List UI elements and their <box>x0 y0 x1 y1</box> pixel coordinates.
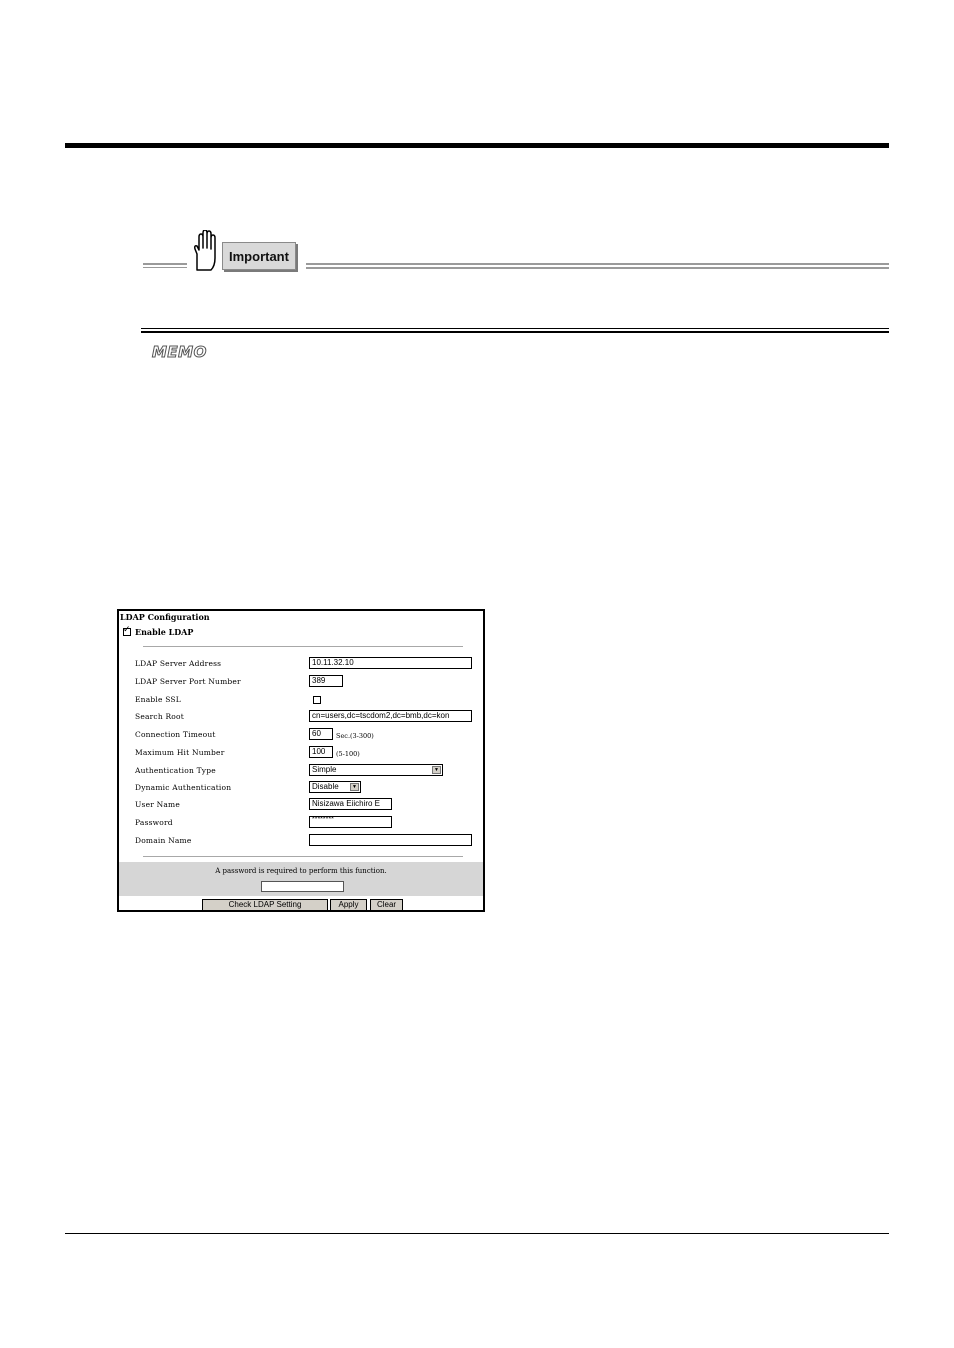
password-label: Password <box>135 818 173 827</box>
separator-bottom <box>143 856 463 857</box>
password-note: A password is required to perform this f… <box>215 867 387 875</box>
clear-button[interactable]: Clear <box>370 899 403 910</box>
auth-type-label: Authentication Type <box>135 766 216 775</box>
timeout-label: Connection Timeout <box>135 730 216 739</box>
dynamic-auth-label: Dynamic Authentication <box>135 783 232 792</box>
enable-ldap-checkbox[interactable] <box>123 625 131 636</box>
user-name-label: User Name <box>135 800 180 809</box>
password-input[interactable]: ******** <box>309 816 392 828</box>
port-label: LDAP Server Port Number <box>135 677 241 686</box>
dynamic-auth-select[interactable]: Disable ▼ <box>309 781 361 793</box>
important-badge: Important <box>222 242 296 270</box>
important-rule-right <box>306 263 889 269</box>
admin-password-input[interactable] <box>261 881 344 892</box>
port-input[interactable]: 389 <box>309 675 343 687</box>
dynamic-auth-value: Disable <box>312 782 339 791</box>
server-address-label: LDAP Server Address <box>135 659 222 668</box>
enable-ldap-label: Enable LDAP <box>135 627 194 637</box>
important-rule-left <box>143 263 187 268</box>
search-root-label: Search Root <box>135 712 184 721</box>
chevron-down-icon[interactable]: ▼ <box>350 783 359 791</box>
domain-name-input[interactable] <box>309 834 472 846</box>
memo-rule <box>141 328 889 333</box>
ldap-configuration-panel: LDAP Configuration Enable LDAP LDAP Serv… <box>117 609 485 912</box>
timeout-input[interactable]: 60 <box>309 728 333 740</box>
enable-ldap-row: Enable LDAP <box>123 625 194 637</box>
search-root-input[interactable]: cn=users,dc=tscdom2,dc=bmb,dc=kon <box>309 710 472 722</box>
enable-ssl-label: Enable SSL <box>135 695 181 704</box>
check-ldap-setting-button[interactable]: Check LDAP Setting <box>202 899 328 910</box>
apply-button[interactable]: Apply <box>330 899 367 910</box>
ldap-title: LDAP Configuration <box>120 612 210 622</box>
enable-ssl-checkbox[interactable] <box>313 696 321 704</box>
user-name-input[interactable]: Nisizawa Eiichiro E <box>309 798 392 810</box>
auth-type-value: Simple <box>312 765 337 774</box>
max-hit-label: Maximum Hit Number <box>135 748 225 757</box>
separator-top <box>143 646 463 647</box>
max-hit-input[interactable]: 100 <box>309 746 333 758</box>
hand-icon <box>194 230 216 271</box>
bottom-rule <box>65 1233 889 1234</box>
timeout-hint: Sec.(3-300) <box>336 732 374 740</box>
chevron-down-icon[interactable]: ▼ <box>432 766 441 774</box>
server-address-input[interactable]: 10.11.32.10 <box>309 657 472 669</box>
domain-name-label: Domain Name <box>135 836 192 845</box>
top-rule <box>65 143 889 148</box>
max-hit-hint: (5-100) <box>336 750 360 758</box>
auth-type-select[interactable]: Simple ▼ <box>309 764 443 776</box>
memo-label: MEMO <box>152 343 207 362</box>
